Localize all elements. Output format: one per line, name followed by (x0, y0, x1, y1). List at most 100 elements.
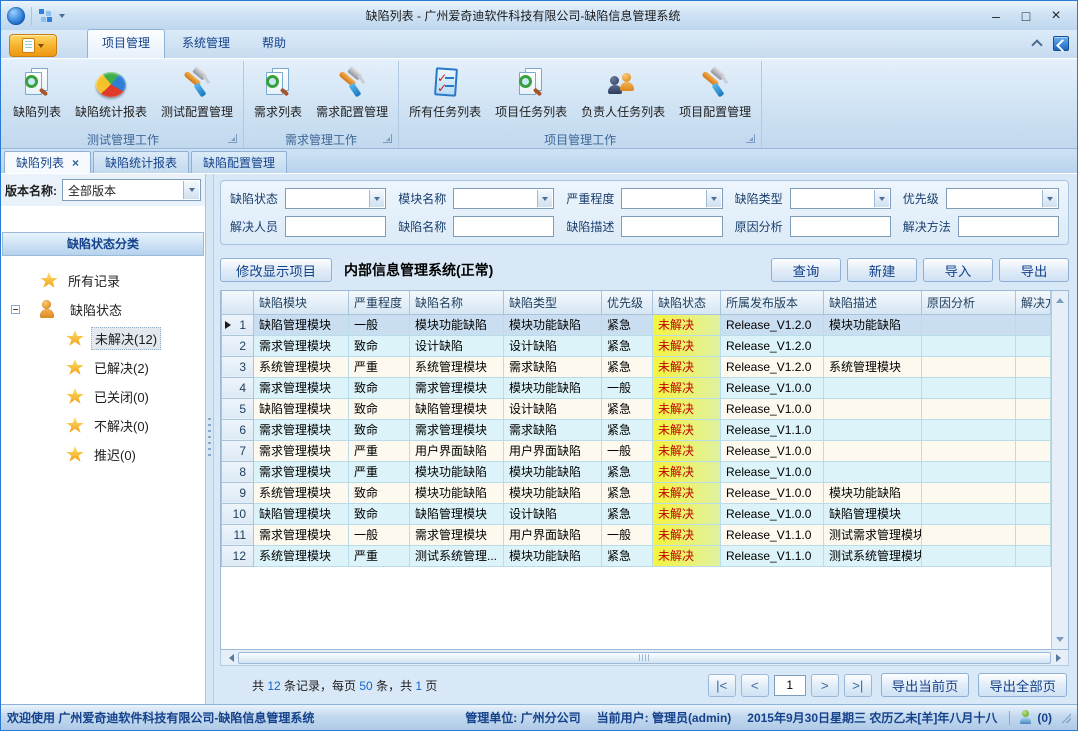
ribbon-button-缺陷列表[interactable]: 缺陷列表 (6, 64, 68, 122)
close-icon[interactable]: × (72, 157, 79, 169)
table-row[interactable]: 12系统管理模块严重测试系统管理...模块功能缺陷紧急未解决Release_V1… (222, 545, 1051, 566)
filter-input-原因分析[interactable] (790, 216, 891, 237)
collapse-expander-icon[interactable] (11, 305, 20, 314)
ribbon-button-项目任务列表[interactable]: 项目任务列表 (488, 64, 574, 122)
first-page-button[interactable]: |< (708, 674, 736, 697)
column-header-缺陷名称[interactable]: 缺陷名称 (410, 291, 504, 314)
minimize-button[interactable]: – (981, 5, 1011, 27)
ribbon-button-需求列表[interactable]: 需求列表 (247, 64, 309, 122)
help-icon[interactable] (1053, 36, 1069, 51)
scroll-up-icon[interactable] (1056, 294, 1064, 303)
cell-version: Release_V1.0.0 (721, 440, 824, 461)
filter-select-严重程度[interactable] (621, 188, 722, 209)
column-header-rownum[interactable] (222, 291, 254, 314)
scroll-left-button[interactable] (222, 654, 236, 662)
tree-item-已关闭(0)[interactable]: 已关闭(0) (7, 382, 205, 411)
table-row[interactable]: 10缺陷管理模块致命缺陷管理模块设计缺陷紧急未解决Release_V1.0.0缺… (222, 503, 1051, 524)
prev-page-button[interactable]: < (741, 674, 769, 697)
scroll-down-icon[interactable] (1056, 637, 1064, 646)
last-page-button[interactable]: >| (844, 674, 872, 697)
table-row[interactable]: 3系统管理模块严重系统管理模块需求缺陷紧急未解决Release_V1.2.0系统… (222, 356, 1051, 377)
filter-select-缺陷类型[interactable] (790, 188, 891, 209)
filter-input-缺陷名称[interactable] (453, 216, 554, 237)
ribbon-collapse-icon[interactable] (1031, 39, 1042, 50)
user-message-icon[interactable] (1020, 710, 1033, 725)
table-row[interactable]: 6需求管理模块致命需求管理模块需求缺陷紧急未解决Release_V1.1.0 (222, 419, 1051, 440)
cell-severity: 致命 (349, 398, 410, 419)
tree-item-缺陷状态[interactable]: 缺陷状态 (7, 295, 205, 324)
page-number-input[interactable] (774, 675, 806, 696)
sidebar-splitter[interactable] (206, 174, 214, 704)
table-row[interactable]: 8需求管理模块严重模块功能缺陷模块功能缺陷紧急未解决Release_V1.0.0 (222, 461, 1051, 482)
filter-input-解决方法[interactable] (958, 216, 1059, 237)
combobox-button[interactable] (706, 190, 721, 207)
app-menu-button[interactable] (9, 34, 57, 57)
table-row[interactable]: 4需求管理模块致命需求管理模块模块功能缺陷一般未解决Release_V1.0.0 (222, 377, 1051, 398)
scroll-right-button[interactable] (1053, 654, 1067, 662)
table-row[interactable]: 9系统管理模块致命模块功能缺陷模块功能缺陷紧急未解决Release_V1.0.0… (222, 482, 1051, 503)
column-header-缺陷模块[interactable]: 缺陷模块 (254, 291, 349, 314)
filter-select-缺陷状态[interactable] (285, 188, 386, 209)
filter-label: 缺陷类型 (735, 190, 783, 207)
dialog-launcher-icon[interactable] (228, 134, 237, 143)
ribbon-button-项目配置管理[interactable]: 项目配置管理 (672, 64, 758, 122)
doc-tab-缺陷列表[interactable]: 缺陷列表× (4, 151, 91, 173)
ribbon-button-负责人任务列表[interactable]: 负责人任务列表 (574, 64, 672, 122)
filter-input-缺陷描述[interactable] (621, 216, 722, 237)
table-row[interactable]: 1缺陷管理模块一般模块功能缺陷模块功能缺陷紧急未解决Release_V1.2.0… (222, 314, 1051, 335)
ribbon-tab-项目管理[interactable]: 项目管理 (87, 29, 165, 58)
column-header-缺陷类型[interactable]: 缺陷类型 (504, 291, 602, 314)
quick-access-dropdown-icon[interactable] (59, 14, 65, 21)
tree-item-所有记录[interactable]: 所有记录 (7, 266, 205, 295)
version-combobox-button[interactable] (183, 181, 199, 199)
action-button-查询[interactable]: 查询 (771, 258, 841, 282)
tree-item-不解决(0)[interactable]: 不解决(0) (7, 411, 205, 440)
next-page-button[interactable]: > (811, 674, 839, 697)
column-header-优先级[interactable]: 优先级 (602, 291, 653, 314)
filter-input-解决人员[interactable] (285, 216, 386, 237)
ribbon-tab-系统管理[interactable]: 系统管理 (167, 29, 245, 58)
table-row[interactable]: 5缺陷管理模块致命缺陷管理模块设计缺陷紧急未解决Release_V1.0.0 (222, 398, 1051, 419)
table-row[interactable]: 7需求管理模块严重用户界面缺陷用户界面缺陷一般未解决Release_V1.0.0 (222, 440, 1051, 461)
column-header-严重程度[interactable]: 严重程度 (349, 291, 410, 314)
modify-display-items-button[interactable]: 修改显示项目 (220, 258, 332, 282)
combobox-button[interactable] (874, 190, 889, 207)
export-current-page-button[interactable]: 导出当前页 (881, 673, 970, 697)
column-header-缺陷描述[interactable]: 缺陷描述 (824, 291, 922, 314)
tree-item-未解决(12)[interactable]: 未解决(12) (7, 324, 205, 353)
column-header-所属发布版本[interactable]: 所属发布版本 (721, 291, 824, 314)
quick-access-icon[interactable] (38, 8, 53, 23)
doc-tab-缺陷配置管理[interactable]: 缺陷配置管理 (191, 151, 287, 173)
tree-item-推迟(0)[interactable]: 推迟(0) (7, 440, 205, 469)
doc-tab-缺陷统计报表[interactable]: 缺陷统计报表 (93, 151, 189, 173)
column-header-缺陷状态[interactable]: 缺陷状态 (653, 291, 721, 314)
version-combobox[interactable]: 全部版本 (62, 179, 201, 201)
ribbon-button-测试配置管理[interactable]: 测试配置管理 (154, 64, 240, 122)
table-row[interactable]: 2需求管理模块致命设计缺陷设计缺陷紧急未解决Release_V1.2.0 (222, 335, 1051, 356)
ribbon-button-所有任务列表[interactable]: ✓✓所有任务列表 (402, 64, 488, 122)
horizontal-scrollbar-thumb[interactable] (238, 652, 1051, 664)
dialog-launcher-icon[interactable] (746, 134, 755, 143)
combobox-button[interactable] (369, 190, 384, 207)
action-button-导出[interactable]: 导出 (999, 258, 1069, 282)
column-header-解决方法[interactable]: 解决方法 (1016, 291, 1051, 314)
table-row[interactable]: 11需求管理模块一般需求管理模块用户界面缺陷一般未解决Release_V1.1.… (222, 524, 1051, 545)
column-header-原因分析[interactable]: 原因分析 (922, 291, 1016, 314)
combobox-button[interactable] (537, 190, 552, 207)
ribbon-tab-帮助[interactable]: 帮助 (247, 29, 301, 58)
filter-select-优先级[interactable] (946, 188, 1059, 209)
tree-item-已解决(2)[interactable]: 已解决(2) (7, 353, 205, 382)
horizontal-scrollbar[interactable] (220, 650, 1069, 666)
maximize-button[interactable]: □ (1011, 5, 1041, 27)
ribbon-button-缺陷统计报表[interactable]: 缺陷统计报表 (68, 64, 154, 122)
action-button-导入[interactable]: 导入 (923, 258, 993, 282)
export-all-pages-button[interactable]: 导出全部页 (978, 673, 1067, 697)
ribbon-button-需求配置管理[interactable]: 需求配置管理 (309, 64, 395, 122)
action-button-新建[interactable]: 新建 (847, 258, 917, 282)
filter-select-模块名称[interactable] (453, 188, 554, 209)
dialog-launcher-icon[interactable] (383, 134, 392, 143)
statusbar-item: 管理单位: 广州分公司 (465, 709, 580, 726)
vertical-scrollbar[interactable] (1051, 291, 1068, 649)
combobox-button[interactable] (1042, 190, 1057, 207)
close-button[interactable]: × (1041, 5, 1071, 27)
